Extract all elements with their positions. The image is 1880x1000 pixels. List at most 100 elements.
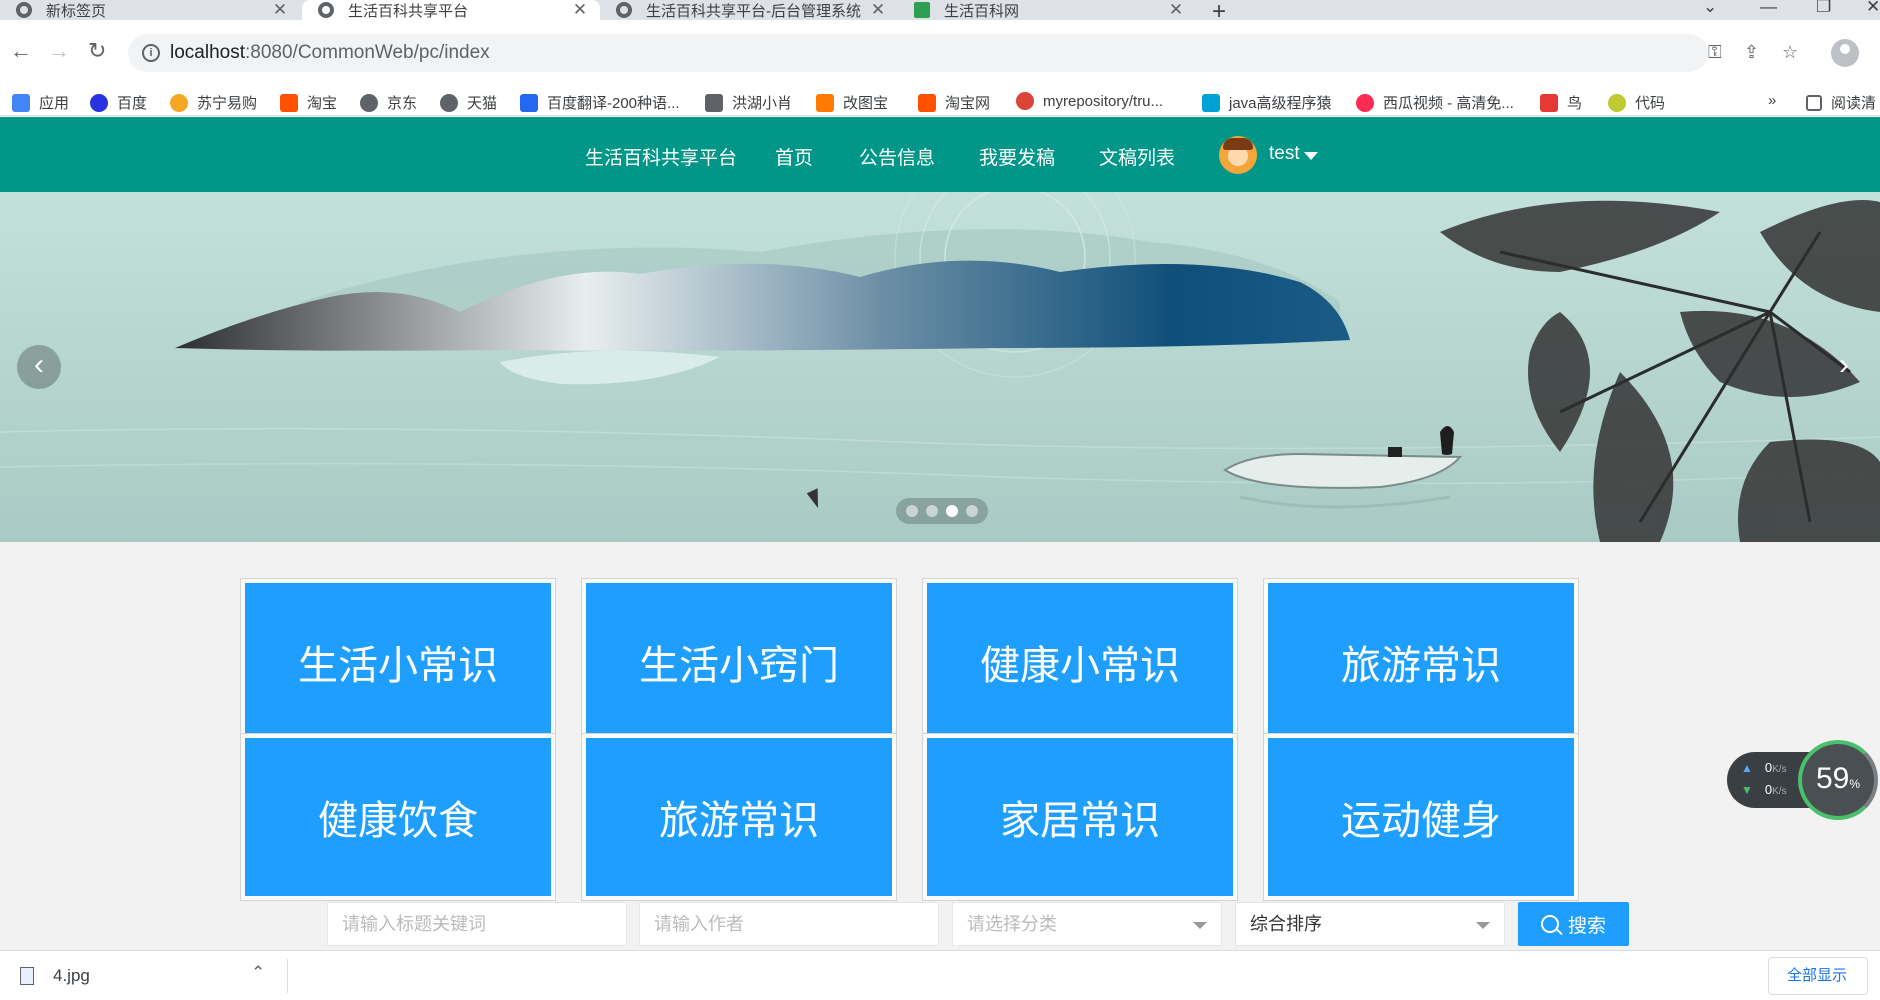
share-icon[interactable]: ⇪	[1744, 42, 1759, 63]
chevrons-right-icon: »	[1768, 92, 1777, 109]
xigua-icon	[1356, 93, 1374, 112]
browser-tab-platform[interactable]: 生活百科共享平台 ✕	[302, 0, 600, 20]
category-tile-life-tricks[interactable]: 生活小窍门	[581, 578, 897, 746]
bookmark-java[interactable]: java高级程序猿	[1202, 92, 1332, 113]
tab-search-icon[interactable]: ⌄	[1703, 0, 1717, 17]
sort-select[interactable]: 综合排序	[1235, 902, 1505, 946]
memory-usage-ring[interactable]: 59%	[1798, 740, 1878, 820]
bookmark-suning[interactable]: 苏宁易购	[170, 92, 257, 113]
nav-item-submit[interactable]: 我要发稿	[979, 143, 1055, 170]
search-button[interactable]: 搜索	[1518, 902, 1629, 946]
bookmark-label: 京东	[387, 95, 418, 112]
download-shelf: 4.jpg ⌃ 全部显示	[0, 950, 1880, 1000]
title-keyword-field	[327, 902, 627, 946]
category-tile-life-tips[interactable]: 生活小常识	[240, 578, 556, 746]
window-close-icon[interactable]: ✕	[1866, 0, 1880, 17]
user-avatar[interactable]	[1219, 136, 1257, 174]
bookmark-baidu-translate[interactable]: 百度翻译-200种语...	[520, 92, 680, 113]
bookmark-bird[interactable]: 鸟	[1540, 92, 1582, 113]
nav-item-home[interactable]: 首页	[775, 143, 813, 170]
category-tile-health-tips[interactable]: 健康小常识	[922, 578, 1238, 746]
chrome-icon	[1016, 92, 1034, 110]
restore-icon[interactable]: ❐	[1816, 0, 1831, 17]
globe-icon	[318, 2, 334, 18]
nav-brand-link[interactable]: 生活百科共享平台	[585, 143, 737, 170]
browser-tab-admin[interactable]: 生活百科共享平台-后台管理系统 ✕	[600, 0, 898, 20]
profile-avatar-icon[interactable]	[1831, 39, 1859, 67]
star-icon[interactable]: ☆	[1782, 42, 1798, 63]
info-icon[interactable]: i	[142, 44, 160, 62]
caret-down-icon[interactable]	[1304, 152, 1318, 160]
key-icon[interactable]: ⚿	[1708, 42, 1722, 63]
reading-list-icon	[1806, 94, 1822, 111]
speed-unit: K/s	[1772, 786, 1787, 797]
category-label: 生活小常识	[245, 583, 551, 741]
bookmark-label: 改图宝	[843, 95, 889, 112]
category-tile-home[interactable]: 家居常识	[922, 733, 1238, 901]
category-tile-travel[interactable]: 旅游常识	[1263, 578, 1579, 746]
category-tile-fitness[interactable]: 运动健身	[1263, 733, 1579, 901]
bookmark-gaitubao[interactable]: 改图宝	[816, 92, 888, 113]
nav-item-articles[interactable]: 文稿列表	[1099, 143, 1175, 170]
close-icon[interactable]: ✕	[272, 0, 288, 20]
bookmark-label: 苏宁易购	[197, 95, 258, 112]
browser-tab-new-tab[interactable]: 新标签页 ✕	[0, 0, 300, 20]
taobao-icon	[918, 93, 936, 112]
carousel-dot-active[interactable]	[946, 505, 958, 517]
forward-arrow-icon[interactable]: →	[48, 38, 70, 64]
percent-unit: %	[1849, 777, 1861, 791]
url-host: localhost	[170, 42, 245, 63]
category-tile-healthy-diet[interactable]: 健康饮食	[240, 733, 556, 901]
category-label: 健康饮食	[245, 738, 551, 896]
minimize-icon[interactable]: —	[1760, 0, 1777, 17]
url-text[interactable]: localhost:8080/CommonWeb/pc/index	[170, 42, 490, 64]
category-label: 旅游常识	[1268, 583, 1574, 741]
tab-title: 新标签页	[46, 2, 107, 20]
reading-list-button[interactable]: 阅读清	[1806, 92, 1876, 113]
reload-icon[interactable]: ↻	[88, 38, 106, 64]
user-menu-name[interactable]: test	[1269, 143, 1300, 165]
chevron-up-icon[interactable]: ⌃	[251, 963, 265, 983]
category-label: 健康小常识	[927, 583, 1233, 741]
bookmark-label: 百度翻译-200种语...	[547, 95, 680, 112]
back-arrow-icon[interactable]: ←	[10, 38, 32, 64]
carousel-dot[interactable]	[926, 505, 938, 517]
browser-tab-baike[interactable]: 生活百科网 ✕	[898, 0, 1196, 20]
more-bookmarks-button[interactable]: »	[1768, 92, 1776, 109]
tab-title: 生活百科共享平台-后台管理系统	[646, 2, 861, 20]
bookmark-baidu[interactable]: 百度	[90, 92, 147, 113]
bookmark-apps[interactable]: 应用	[12, 92, 69, 113]
address-bar[interactable]: i localhost:8080/CommonWeb/pc/index ⚿ ⇪ …	[128, 34, 1798, 72]
close-icon[interactable]: ✕	[870, 0, 886, 20]
bookmark-myrepository[interactable]: myrepository/tru...	[1016, 92, 1163, 110]
bookmark-taobao[interactable]: 淘宝	[280, 92, 337, 113]
image-file-icon	[20, 967, 34, 985]
bookmark-jd[interactable]: 京东	[360, 92, 417, 113]
bookmark-code[interactable]: 代码	[1608, 92, 1665, 113]
close-icon[interactable]: ✕	[572, 0, 588, 20]
carousel-prev-button[interactable]: ‹	[17, 345, 61, 389]
category-select[interactable]: 请选择分类	[952, 902, 1222, 946]
carousel-dot[interactable]	[966, 505, 978, 517]
title-keyword-input[interactable]	[342, 904, 612, 945]
show-all-downloads-button[interactable]: 全部显示	[1768, 957, 1868, 995]
download-arrow-icon: ▼	[1741, 783, 1753, 797]
nav-item-announcements[interactable]: 公告信息	[859, 143, 935, 170]
bookmark-xigua[interactable]: 西瓜视频 - 高清免...	[1356, 92, 1514, 113]
close-icon[interactable]: ✕	[1168, 0, 1184, 20]
bookmark-taobao-net[interactable]: 淘宝网	[918, 92, 990, 113]
bookmark-label: 淘宝	[307, 95, 338, 112]
author-input[interactable]	[654, 904, 924, 945]
bookmark-honghu[interactable]: 洪湖小肖	[705, 92, 792, 113]
category-tile-travel-2[interactable]: 旅游常识	[581, 733, 897, 901]
search-button-label: 搜索	[1567, 915, 1606, 937]
carousel-banner[interactable]: ‹ ›	[0, 192, 1880, 542]
bookmark-tmall[interactable]: 天猫	[440, 92, 497, 113]
search-icon	[1540, 915, 1559, 933]
carousel-dot[interactable]	[906, 505, 918, 517]
carousel-next-button[interactable]: ›	[1822, 345, 1866, 389]
download-file-name[interactable]: 4.jpg	[53, 966, 90, 986]
bookmark-label: 洪湖小肖	[732, 95, 793, 112]
memory-percent: 59	[1815, 762, 1850, 795]
chevron-down-icon	[1476, 922, 1490, 929]
